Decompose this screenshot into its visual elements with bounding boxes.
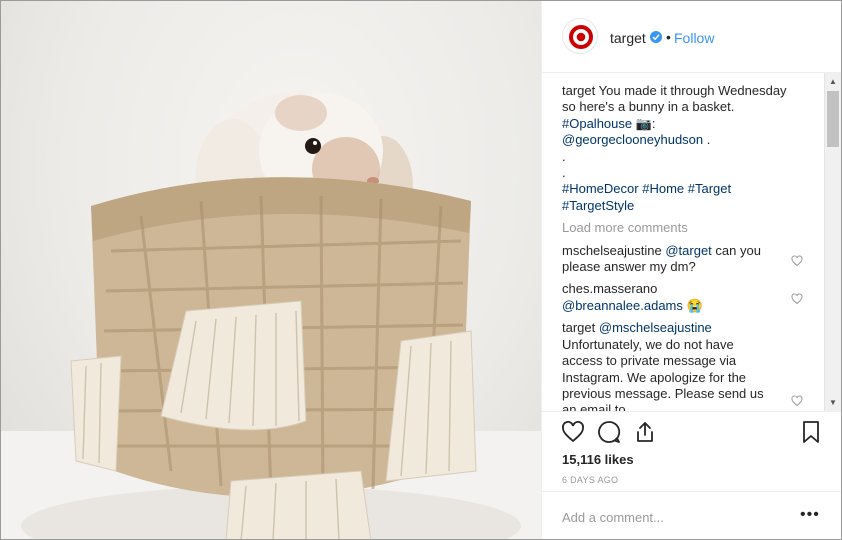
post-details-panel: target • Follow target You made it throu… xyxy=(541,1,841,539)
header-separator: • xyxy=(666,29,671,45)
comment-line: mschelseajustine @target can you xyxy=(562,243,802,259)
crying-emoji: 😭 xyxy=(686,297,703,313)
comment-text: access to private message via xyxy=(562,353,737,369)
caption-dot-2: . xyxy=(562,165,566,181)
more-options-button[interactable]: ••• xyxy=(800,506,820,524)
comment-line: target @mschelseajustine xyxy=(562,320,802,336)
instagram-post-modal: target • Follow target You made it throu… xyxy=(0,0,842,540)
header-username[interactable]: target xyxy=(610,30,646,46)
comment-mention[interactable]: @mschelseajustine xyxy=(599,320,712,335)
comment-mention[interactable]: @target xyxy=(665,243,711,258)
add-comment-input[interactable] xyxy=(562,508,782,526)
caption-period: . xyxy=(706,132,711,148)
comment-username[interactable]: target xyxy=(562,320,595,335)
bookmark-icon[interactable] xyxy=(799,420,823,444)
comments-scrollbar[interactable]: ▲ ▼ xyxy=(824,73,841,411)
follow-button[interactable]: Follow xyxy=(674,30,714,46)
comment-text: Instagram. We apologize for the xyxy=(562,369,747,385)
scrollbar-thumb[interactable] xyxy=(827,91,839,147)
comment-mention[interactable]: @breannalee.adams xyxy=(562,298,683,313)
target-logo-icon[interactable] xyxy=(562,18,598,54)
comment-text: Unfortunately, we do not have xyxy=(562,336,734,352)
post-timestamp[interactable]: 6 DAYS AGO xyxy=(562,475,618,485)
hashtag-opalhouse[interactable]: #Opalhouse xyxy=(562,116,632,131)
comment-text-2: please answer my dm? xyxy=(562,259,696,275)
comment-text: an email to xyxy=(562,402,626,411)
caption-dot-1: . xyxy=(562,148,566,164)
caption-line-hashtags-2: #TargetStyle xyxy=(562,198,802,214)
heart-icon[interactable] xyxy=(791,255,803,267)
post-photo[interactable] xyxy=(1,1,541,539)
comments-list[interactable]: target You made it through Wednesday so … xyxy=(542,73,841,411)
hashtag-home[interactable]: #Home xyxy=(642,181,684,196)
comment-text: previous message. Please send us xyxy=(562,385,764,401)
share-icon[interactable] xyxy=(633,420,657,444)
bunny-in-basket-photo xyxy=(1,91,541,539)
caption-line-3: #Opalhouse 📷: xyxy=(562,116,802,132)
caption-username[interactable]: target xyxy=(562,83,595,98)
comment-line: @breannalee.adams 😭 xyxy=(562,298,802,314)
post-actions: 15,116 likes 6 DAYS AGO xyxy=(542,411,841,499)
post-header: target • Follow xyxy=(542,1,841,73)
comment-item: ches.masserano @breannalee.adams 😭 xyxy=(562,281,802,314)
load-more-comments-button[interactable]: Load more comments xyxy=(562,220,802,236)
caption-line-hashtags: #HomeDecor #Home #Target xyxy=(562,181,802,197)
caption-text-1: You made it through Wednesday xyxy=(598,83,787,98)
hashtag-homedecor[interactable]: #HomeDecor xyxy=(562,181,639,196)
comment-username[interactable]: mschelseajustine xyxy=(562,243,662,258)
mention-photographer[interactable]: @georgeclooneyhudson xyxy=(562,132,703,147)
verified-badge-icon xyxy=(650,31,662,43)
likes-count[interactable]: 15,116 likes xyxy=(562,452,634,467)
comment-item: target @mschelseajustine Unfortunately, … xyxy=(562,320,802,411)
comments-content: target You made it through Wednesday so … xyxy=(562,83,802,411)
caption-line-1: target You made it through Wednesday xyxy=(562,83,802,99)
scroll-up-arrow-icon[interactable]: ▲ xyxy=(829,77,837,86)
comment-icon[interactable] xyxy=(597,420,621,444)
hashtag-target[interactable]: #Target xyxy=(688,181,731,196)
caption-line-4: @georgeclooneyhudson . xyxy=(562,132,802,148)
add-comment-section: ••• xyxy=(542,491,841,539)
hashtag-targetstyle[interactable]: #TargetStyle xyxy=(562,198,634,213)
caption-text-2: so here's a bunny in a basket. xyxy=(562,99,735,115)
heart-icon[interactable] xyxy=(561,420,585,444)
camera-emoji: 📷: xyxy=(635,115,656,131)
heart-icon[interactable] xyxy=(791,395,803,407)
scroll-down-arrow-icon[interactable]: ▼ xyxy=(829,398,837,407)
heart-icon[interactable] xyxy=(791,293,803,305)
comment-text: can you xyxy=(715,242,761,258)
comment-username[interactable]: ches.masserano xyxy=(562,281,802,297)
comment-item: mschelseajustine @target can you please … xyxy=(562,243,802,276)
